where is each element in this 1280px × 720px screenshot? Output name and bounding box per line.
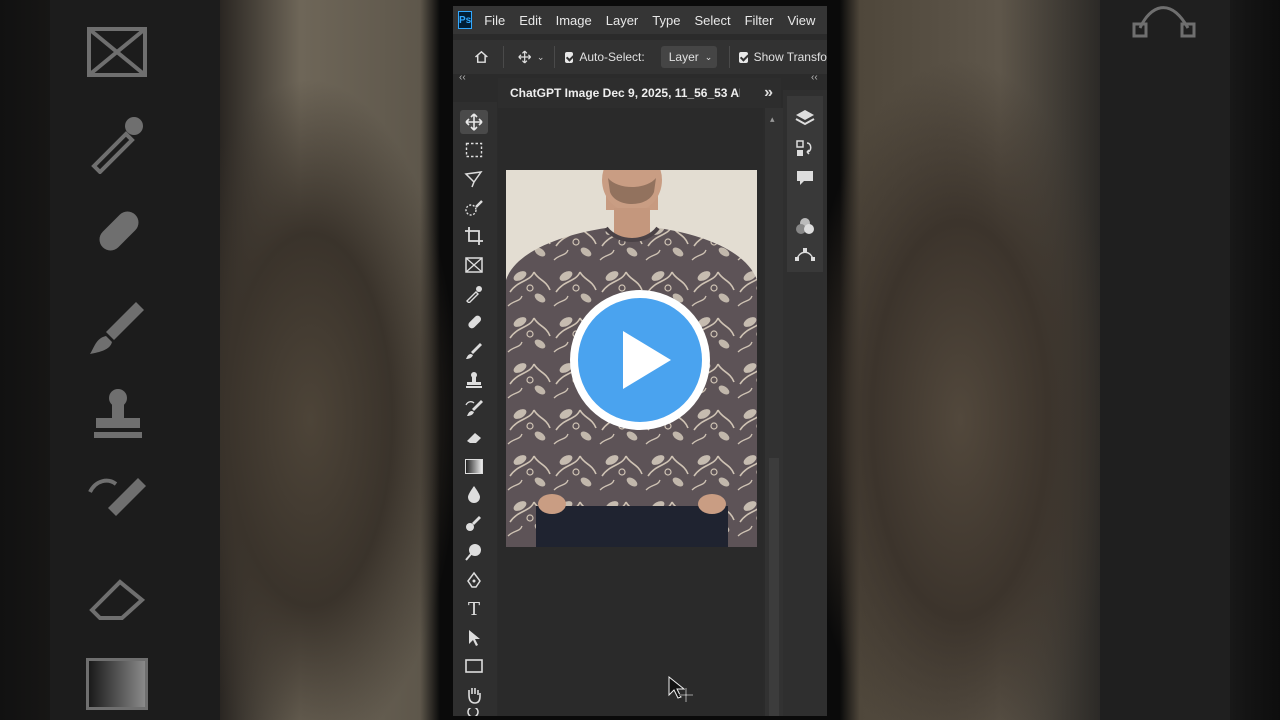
panel-icons-group-2 [787, 208, 823, 272]
eraser-icon [467, 433, 481, 443]
divider [502, 46, 504, 68]
crop-tool[interactable] [460, 224, 488, 248]
brush-tool[interactable] [460, 339, 488, 363]
gradient-icon [465, 458, 483, 474]
properties-icon[interactable] [787, 136, 823, 160]
clone-stamp-tool[interactable] [460, 368, 488, 392]
menu-bar: Ps File Edit Image Layer Type Select Fil… [453, 6, 827, 34]
zoom-icon [467, 708, 479, 716]
play-button[interactable] [567, 287, 713, 433]
auto-select-checkbox[interactable] [565, 51, 574, 63]
scroll-up-icon[interactable]: ▴ [770, 114, 775, 125]
comments-icon[interactable] [787, 166, 823, 190]
collapse-panels-icon[interactable]: ‹‹ [811, 72, 818, 83]
eraser-tool[interactable] [460, 425, 488, 449]
blurred-frame-icon [87, 27, 147, 77]
move-tool-preset-icon[interactable] [517, 48, 531, 66]
blurred-panel-right [1100, 0, 1230, 720]
type-tool[interactable]: T [460, 597, 488, 621]
menu-file[interactable]: File [484, 13, 505, 28]
hand-tool[interactable] [460, 683, 488, 707]
blur-tool[interactable] [460, 482, 488, 506]
droplet-icon [468, 486, 480, 503]
show-transform-checkbox[interactable] [739, 51, 748, 63]
menu-edit[interactable]: Edit [519, 13, 541, 28]
blurred-history-brush-icon [88, 478, 146, 516]
dodge-icon [465, 544, 481, 561]
gradient-tool[interactable] [460, 454, 488, 478]
menu-view[interactable]: View [787, 13, 815, 28]
tools-panel: T [453, 102, 497, 716]
collapse-toolbar-icon[interactable]: ‹‹ [459, 72, 466, 83]
auto-select-dropdown[interactable]: Layer ⌄ [660, 46, 717, 68]
stamp-icon [466, 372, 482, 388]
arrow-cursor-icon [469, 630, 480, 646]
blurred-stamp-icon [94, 389, 142, 438]
home-icon[interactable] [474, 48, 489, 66]
show-transform-label: Show Transfo [753, 50, 827, 64]
dodge-tool[interactable] [460, 540, 488, 564]
blurred-brush-icon [90, 302, 144, 354]
blurred-paths-icon [1132, 6, 1196, 38]
hand-icon [468, 688, 481, 704]
zoom-tool[interactable] [460, 708, 488, 716]
pen-icon [467, 571, 481, 588]
layers-icon[interactable] [787, 106, 823, 130]
blurred-eyedropper-icon [91, 117, 143, 174]
rectangle-tool[interactable] [460, 654, 488, 678]
document-tab-title: ChatGPT Image Dec 9, 2025, 11_56_53 AI [510, 86, 740, 100]
spot-healing-brush-tool[interactable] [460, 310, 488, 334]
frame-tool[interactable] [460, 253, 488, 277]
brush-icon [466, 343, 482, 359]
menu-select[interactable]: Select [694, 13, 730, 28]
move-tool[interactable] [460, 110, 488, 134]
smudge-icon [466, 516, 481, 531]
bandage-icon [468, 315, 482, 329]
move-cursor-icon [668, 676, 693, 702]
crop-icon [465, 227, 483, 245]
divider [554, 46, 556, 68]
lasso-tool[interactable] [460, 167, 488, 191]
more-tabs-icon[interactable]: » [764, 84, 773, 102]
menu-type[interactable]: Type [652, 13, 680, 28]
auto-select-value: Layer [668, 50, 699, 64]
auto-select-label: Auto-Select: [579, 50, 645, 64]
frame-icon [465, 257, 483, 273]
marquee-icon [465, 142, 483, 158]
channels-icon[interactable] [787, 214, 823, 238]
blurred-bandage-icon [99, 211, 139, 251]
rectangular-marquee-tool[interactable] [460, 138, 488, 162]
history-brush-tool[interactable] [460, 396, 488, 420]
quick-selection-tool[interactable] [460, 196, 488, 220]
menu-filter[interactable]: Filter [745, 13, 774, 28]
options-bar: ⌄ Auto-Select: Layer ⌄ Show Transfo [453, 40, 827, 74]
smudge-tool[interactable] [460, 511, 488, 535]
blurred-gradient-icon [86, 658, 148, 710]
divider [728, 46, 730, 68]
chevron-down-icon: ⌄ [704, 51, 713, 62]
blurred-eraser-icon [89, 579, 146, 620]
history-brush-icon [465, 400, 483, 416]
rectangle-icon [465, 659, 483, 673]
paths-icon[interactable] [787, 244, 823, 268]
pen-tool[interactable] [460, 568, 488, 592]
menu-layer[interactable]: Layer [606, 13, 639, 28]
menu-image[interactable]: Image [556, 13, 592, 28]
lasso-icon [464, 171, 483, 188]
vertical-scrollbar[interactable]: ▴ [765, 108, 783, 716]
document-tab[interactable]: ChatGPT Image Dec 9, 2025, 11_56_53 AI » [498, 78, 781, 108]
chevron-down-icon[interactable]: ⌄ [537, 52, 545, 63]
quick-selection-icon [465, 200, 483, 216]
eyedropper-tool[interactable] [460, 282, 488, 306]
eyedropper-icon [466, 286, 482, 303]
path-selection-tool[interactable] [460, 626, 488, 650]
panel-dock [783, 90, 827, 716]
type-icon: T [467, 598, 480, 620]
photoshop-logo: Ps [458, 11, 473, 29]
scrollbar-thumb[interactable] [769, 458, 779, 716]
move-icon [465, 113, 483, 131]
